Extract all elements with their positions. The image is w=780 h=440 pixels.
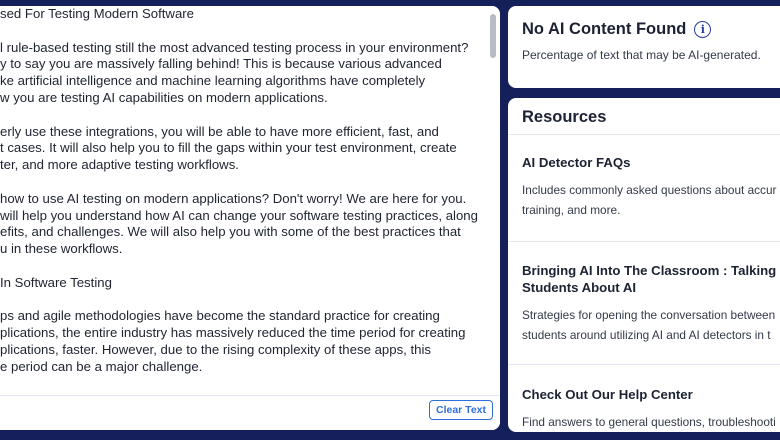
resource-title-line: AI Detector FAQs <box>522 155 631 170</box>
resources-divider <box>508 364 780 365</box>
editor-footer: Clear Text <box>0 395 500 430</box>
text-line: t cases. It will also help you to fill t… <box>0 140 457 156</box>
result-description: Percentage of text that may be AI-genera… <box>522 48 761 62</box>
text-line: u in these workflows. <box>0 241 123 257</box>
text-line: e period can be a major challenge. <box>0 358 203 374</box>
resource-title-line: Check Out Our Help Center <box>522 387 693 402</box>
resource-item-bringing-ai-classroom[interactable]: Bringing AI Into The Classroom : Talking… <box>522 262 780 345</box>
resource-title: AI Detector FAQs <box>522 154 780 171</box>
resource-item-help-center[interactable]: Check Out Our Help Center Find answers t… <box>522 386 780 432</box>
resource-desc-line: training, and more. <box>522 203 621 217</box>
text-line: y to say you are massively falling behin… <box>0 56 442 72</box>
resources-heading: Resources <box>522 108 607 126</box>
resource-description: Find answers to general questions, troub… <box>522 412 780 432</box>
text-line: w you are testing AI capabilities on mod… <box>0 89 328 105</box>
resource-title: Check Out Our Help Center <box>522 386 780 403</box>
editor-scrollbar[interactable] <box>486 6 500 396</box>
clear-text-button[interactable]: Clear Text <box>429 400 493 420</box>
resource-item-ai-detector-faqs[interactable]: AI Detector FAQs Includes commonly asked… <box>522 154 780 220</box>
scrollbar-thumb[interactable] <box>490 14 496 58</box>
resource-title-line: Students About AI <box>522 280 637 295</box>
resources-divider <box>508 241 780 242</box>
text-editor-panel: sed For Testing Modern Software l rule-ba… <box>0 6 500 430</box>
text-line: will help you understand how AI can chan… <box>0 207 478 223</box>
text-input-area[interactable]: sed For Testing Modern Software l rule-ba… <box>0 6 486 396</box>
text-line: erly use these integrations, you will be… <box>0 123 439 139</box>
result-title-row: No AI Content Found i <box>522 20 712 39</box>
detection-result-card: No AI Content Found i Percentage of text… <box>508 6 780 88</box>
resource-desc-line: students around utilizing AI and AI dete… <box>522 328 771 342</box>
resource-desc-line: Includes commonly asked questions about … <box>522 183 777 197</box>
text-line: how to use AI testing on modern applicat… <box>0 190 467 206</box>
text-line: efits, and challenges. We will also help… <box>0 224 461 240</box>
resources-divider <box>508 134 780 135</box>
text-line: In Software Testing <box>0 274 112 290</box>
result-title: No AI Content Found <box>522 20 687 38</box>
text-line: l rule-based testing still the most adva… <box>0 39 469 55</box>
resource-title-line: Bringing AI Into The Classroom : Talking… <box>522 263 780 278</box>
resource-title: Bringing AI Into The Classroom : Talking… <box>522 262 780 296</box>
resource-desc-line: Find answers to general questions, troub… <box>522 415 776 429</box>
resource-description: Strategies for opening the conversation … <box>522 305 780 345</box>
resources-card: Resources AI Detector FAQs Includes comm… <box>508 98 780 432</box>
info-icon[interactable]: i <box>694 21 712 38</box>
text-line: ter, and more adaptive testing workflows… <box>0 157 239 173</box>
resource-description: Includes commonly asked questions about … <box>522 180 780 220</box>
text-line: plications, faster. However, due to the … <box>0 341 432 357</box>
text-line: plications, the entire industry has mass… <box>0 325 466 341</box>
text-line: ps and agile methodologies have become t… <box>0 308 440 324</box>
text-line: ke artificial intelligence and machine l… <box>0 73 426 89</box>
resource-desc-line: Strategies for opening the conversation … <box>522 308 776 322</box>
text-line: sed For Testing Modern Software <box>0 6 194 21</box>
